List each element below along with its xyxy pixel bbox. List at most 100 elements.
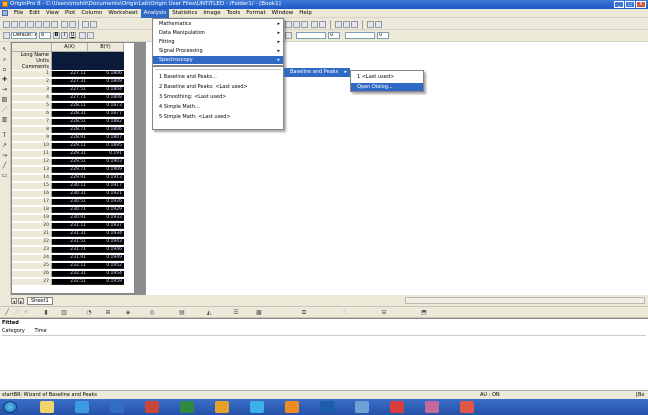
row-number[interactable]: 25 [12,263,52,269]
new-project-icon[interactable] [3,21,10,28]
column-header-a[interactable]: A(X) [52,43,88,52]
copy-icon[interactable] [343,21,350,28]
undo-icon[interactable] [367,21,374,28]
cell-b[interactable]: 0.1809 [88,79,124,85]
cell-b[interactable]: 0.1873 [88,103,124,109]
cell-b[interactable]: 0.1808 [88,95,124,101]
pie-icon[interactable]: ◔ [85,309,93,316]
new-workbook-icon[interactable] [11,21,18,28]
column-header-b[interactable]: B(Y) [88,43,124,52]
table-row[interactable]: 8 228.71 0.1806 [12,127,134,133]
table-row[interactable]: 3 227.51 0.1804 [12,87,134,93]
cell-a[interactable]: 231.71 [52,247,88,253]
table-row[interactable]: 26 232.31 0.1954 [12,271,134,277]
layer-icon[interactable]: ⧉ [300,309,308,316]
row-number[interactable]: 19 [12,215,52,221]
row-number[interactable]: 8 [12,127,52,133]
cell-a[interactable]: 228.31 [52,111,88,117]
row-number[interactable]: 11 [12,151,52,157]
row-number[interactable]: 7 [12,119,52,125]
cell-a[interactable]: 230.11 [52,183,88,189]
table-row[interactable]: 10 229.11 0.1895 [12,143,134,149]
cell-a[interactable]: 227.31 [52,79,88,85]
table-row[interactable]: 24 231.91 0.1949 [12,255,134,261]
table-row[interactable]: 19 230.91 0.1933 [12,215,134,221]
cell-a[interactable]: 228.71 [52,127,88,133]
table-row[interactable]: 18 230.71 0.1929 [12,207,134,213]
table-row[interactable]: 16 230.31 0.1921 [12,191,134,197]
menu-image[interactable]: Image [200,9,223,18]
cell-b[interactable]: 0.1909 [88,167,124,173]
color-map-icon[interactable]: ▩ [255,309,263,316]
line-color-icon[interactable] [285,32,292,39]
cell-b[interactable]: 0.1903 [88,159,124,165]
firefox-icon[interactable] [285,401,299,413]
menu-item-simple-math[interactable]: 4 Simple Math... [153,103,283,111]
cell-a[interactable]: 228.51 [52,119,88,125]
area-icon[interactable]: ◭ [205,309,213,316]
cell-b[interactable]: 0.1877 [88,111,124,117]
sheet-tab[interactable]: Sheet1 [27,297,53,305]
row-number[interactable]: 4 [12,95,52,101]
mask-tool-icon[interactable]: ▧ [1,96,8,103]
cell-a[interactable]: 230.31 [52,191,88,197]
explorer-icon[interactable] [40,401,54,413]
cell-a[interactable]: 229.11 [52,143,88,149]
redo-icon[interactable] [375,21,382,28]
font-size-combo[interactable]: 8 [39,32,51,39]
front-icon[interactable]: ⬒ [420,309,428,316]
table-row[interactable]: 21 231.31 0.1934 [12,231,134,237]
row-number[interactable]: 3 [12,87,52,93]
table-row[interactable]: 6 228.31 0.1877 [12,111,134,117]
fill-style-combo[interactable] [345,32,375,39]
cell-a[interactable]: 230.51 [52,199,88,205]
menu-window[interactable]: Window [269,9,297,18]
open-icon[interactable] [61,21,68,28]
menu-tools[interactable]: Tools [224,9,244,18]
row-number[interactable]: 5 [12,103,52,109]
menu-help[interactable]: Help [296,9,315,18]
media-icon[interactable] [75,401,89,413]
row-number[interactable]: 24 [12,255,52,261]
table-row[interactable]: 13 229.71 0.1909 [12,167,134,173]
stack-icon[interactable]: ☰ [232,309,240,316]
origin-taskbar-icon[interactable] [460,401,474,413]
cell-a[interactable]: 228.11 [52,103,88,109]
cell-b[interactable]: 0.1926 [88,199,124,205]
print-icon[interactable] [90,21,97,28]
workbook-icon[interactable] [2,10,8,16]
new-graph-icon[interactable] [19,21,26,28]
cell-b[interactable]: 0.1804 [88,87,124,93]
row-number[interactable]: 23 [12,247,52,253]
refresh-icon[interactable] [285,21,292,28]
cell-b[interactable]: 0.1954 [88,271,124,277]
menu-plot[interactable]: Plot [62,9,78,18]
box-chart-icon[interactable]: ⊞ [104,309,112,316]
contour-icon[interactable]: ◎ [148,309,156,316]
cell-b[interactable]: 0.1946 [88,247,124,253]
text-tool-icon[interactable]: T [1,132,8,139]
menu-item-baseline-and-peaks[interactable]: Baseline and Peaks ▸ [284,68,350,76]
cell-b[interactable]: 0.1949 [88,255,124,261]
fill-width-combo[interactable]: 0 [377,32,389,39]
table-row[interactable]: 14 229.91 0.1913 [12,175,134,181]
superscript-icon[interactable] [79,32,86,39]
corner-cell[interactable] [12,43,52,52]
cell-a[interactable]: 228.91 [52,135,88,141]
row-number[interactable]: 14 [12,175,52,181]
menu-column[interactable]: Column [78,9,105,18]
histogram-icon[interactable]: ▥ [60,309,68,316]
table-row[interactable]: 5 228.11 0.1873 [12,103,134,109]
row-number[interactable]: 17 [12,199,52,205]
line-tool-icon[interactable]: ╱ [1,162,8,169]
row-number[interactable]: 1 [12,71,52,77]
cell-b[interactable]: 0.1806 [88,127,124,133]
cell-b[interactable]: 0.1882 [88,119,124,125]
table-row[interactable]: 17 230.51 0.1926 [12,199,134,205]
align-icon[interactable]: ⫶ [340,309,348,316]
cell-a[interactable]: 232.11 [52,263,88,269]
row-number[interactable]: 9 [12,135,52,141]
curved-arrow-icon[interactable]: ↝ [1,152,8,159]
subscript-icon[interactable] [87,32,94,39]
table-row[interactable]: 1 227.11 0.1806 [12,71,134,77]
